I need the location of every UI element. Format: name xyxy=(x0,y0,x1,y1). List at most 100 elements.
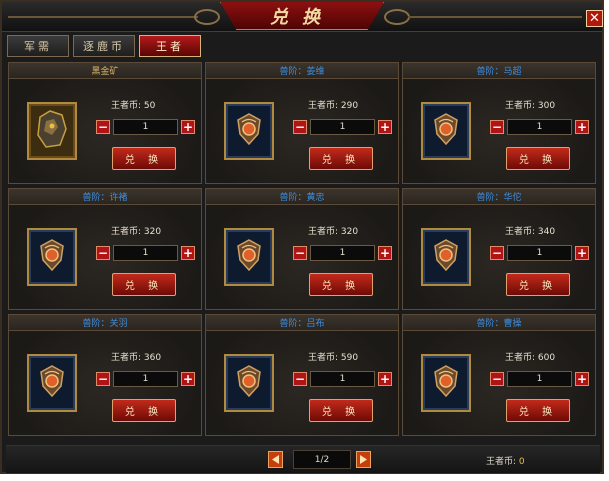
exchange-item-card: 兽阶：华佗 王者币: 340−1 + 兑 换 xyxy=(402,188,596,310)
next-page-button[interactable] xyxy=(356,451,371,468)
exchange-button[interactable]: 兑 换 xyxy=(506,273,570,296)
card-header: 黑金矿 xyxy=(9,63,201,79)
quantity-input[interactable]: 1 xyxy=(113,371,178,387)
decrease-button[interactable]: − xyxy=(96,246,110,260)
hero-emblem-icon xyxy=(37,238,67,276)
item-slot[interactable] xyxy=(27,228,77,286)
hero-emblem-icon xyxy=(234,364,264,402)
swirl-ornament-right-icon xyxy=(384,9,410,25)
item-slot[interactable] xyxy=(224,228,274,286)
quantity-input[interactable]: 1 xyxy=(507,245,572,261)
increase-button[interactable]: + xyxy=(378,372,392,386)
item-slot[interactable] xyxy=(421,228,471,286)
tab-label: 逐鹿币 xyxy=(83,40,125,53)
decrease-button[interactable]: − xyxy=(490,246,504,260)
swirl-ornament-left-icon xyxy=(194,9,220,25)
item-price: 王者币: 600 xyxy=(505,353,556,363)
prev-page-button[interactable] xyxy=(268,451,283,468)
currency-value: 0 xyxy=(518,457,525,467)
increase-button[interactable]: + xyxy=(181,246,195,260)
exchange-item-card: 兽阶：许褚 王者币: 320−1 + 兑 换 xyxy=(8,188,202,310)
close-button[interactable]: ✕ xyxy=(586,10,603,27)
item-name: 兽阶：许褚 xyxy=(82,193,128,203)
arrow-left-icon xyxy=(272,455,279,464)
exchange-button[interactable]: 兑 换 xyxy=(112,399,176,422)
card-header: 兽阶：黄忠 xyxy=(206,189,398,205)
decrease-button[interactable]: − xyxy=(96,372,110,386)
item-slot[interactable] xyxy=(421,354,471,412)
exchange-button[interactable]: 兑 换 xyxy=(309,399,373,422)
item-price: 王者币: 300 xyxy=(505,101,556,111)
title-ornament-left xyxy=(8,16,198,18)
quantity-input[interactable]: 1 xyxy=(310,119,375,135)
item-price: 王者币: 340 xyxy=(505,227,556,237)
increase-button[interactable]: + xyxy=(181,372,195,386)
increase-button[interactable]: + xyxy=(181,120,195,134)
exchange-button[interactable]: 兑 换 xyxy=(112,273,176,296)
hero-emblem-icon xyxy=(431,364,461,402)
exchange-window: 兑换 ✕ 军需 逐鹿币 王者 黑金矿 王者币: 50−1 + 兑 换兽阶：姜维 王者币:… xyxy=(0,0,604,474)
card-header: 兽阶：关羽 xyxy=(9,315,201,331)
hero-emblem-icon xyxy=(37,364,67,402)
tab-label: 王者 xyxy=(156,40,184,53)
item-slot[interactable] xyxy=(224,102,274,160)
currency-label: 王者币: xyxy=(486,457,517,467)
item-price: 王者币: 50 xyxy=(111,101,156,111)
black-gold-ore-icon xyxy=(34,107,70,155)
card-header: 兽阶：许褚 xyxy=(9,189,201,205)
item-slot[interactable] xyxy=(421,102,471,160)
item-name: 兽阶：吕布 xyxy=(279,319,325,329)
item-price: 王者币: 320 xyxy=(308,227,359,237)
decrease-button[interactable]: − xyxy=(293,372,307,386)
item-slot[interactable] xyxy=(224,354,274,412)
decrease-button[interactable]: − xyxy=(490,120,504,134)
exchange-button[interactable]: 兑 换 xyxy=(506,399,570,422)
card-header: 兽阶：曹操 xyxy=(403,315,595,331)
exchange-button[interactable]: 兑 换 xyxy=(309,147,373,170)
quantity-input[interactable]: 1 xyxy=(310,371,375,387)
tab-label: 军需 xyxy=(24,40,52,53)
tab-wangzhe[interactable]: 王者 xyxy=(139,35,201,57)
title-bar: 兑换 ✕ xyxy=(2,2,603,32)
quantity-input[interactable]: 1 xyxy=(310,245,375,261)
item-price: 王者币: 360 xyxy=(111,353,162,363)
quantity-stepper: −1 + xyxy=(293,371,392,387)
exchange-button[interactable]: 兑 换 xyxy=(506,147,570,170)
tab-zhulu-coin[interactable]: 逐鹿币 xyxy=(73,35,135,57)
quantity-stepper: −1 + xyxy=(96,245,195,261)
item-name: 兽阶：姜维 xyxy=(279,67,325,77)
title-banner: 兑换 xyxy=(220,2,384,30)
decrease-button[interactable]: − xyxy=(96,120,110,134)
quantity-stepper: −1 + xyxy=(96,371,195,387)
item-name: 兽阶：关羽 xyxy=(82,319,128,329)
exchange-item-card: 黑金矿王者币: 50−1 + 兑 换 xyxy=(8,62,202,184)
decrease-button[interactable]: − xyxy=(293,246,307,260)
increase-button[interactable]: + xyxy=(575,246,589,260)
item-grid: 黑金矿 王者币: 50−1 + 兑 换兽阶：姜维 王者币: 290−1 + 兑 换兽阶：马超… xyxy=(8,62,596,436)
currency-balance: 王者币: 0 xyxy=(486,454,525,467)
increase-button[interactable]: + xyxy=(378,120,392,134)
decrease-button[interactable]: − xyxy=(490,372,504,386)
close-icon: ✕ xyxy=(589,11,600,26)
tab-military-supplies[interactable]: 军需 xyxy=(7,35,69,57)
exchange-button[interactable]: 兑 换 xyxy=(309,273,373,296)
item-name: 兽阶：曹操 xyxy=(476,319,522,329)
item-slot[interactable] xyxy=(27,102,77,160)
item-price: 王者币: 320 xyxy=(111,227,162,237)
quantity-input[interactable]: 1 xyxy=(113,119,178,135)
quantity-input[interactable]: 1 xyxy=(507,119,572,135)
quantity-input[interactable]: 1 xyxy=(113,245,178,261)
decrease-button[interactable]: − xyxy=(293,120,307,134)
item-slot[interactable] xyxy=(27,354,77,412)
increase-button[interactable]: + xyxy=(575,372,589,386)
exchange-button[interactable]: 兑 换 xyxy=(112,147,176,170)
increase-button[interactable]: + xyxy=(378,246,392,260)
quantity-stepper: −1 + xyxy=(490,245,589,261)
exchange-item-card: 兽阶：吕布 王者币: 590−1 + 兑 换 xyxy=(205,314,399,436)
quantity-stepper: −1 + xyxy=(293,119,392,135)
window-title: 兑换 xyxy=(270,6,334,28)
increase-button[interactable]: + xyxy=(575,120,589,134)
quantity-input[interactable]: 1 xyxy=(507,371,572,387)
hero-emblem-icon xyxy=(234,112,264,150)
hero-emblem-icon xyxy=(431,112,461,150)
